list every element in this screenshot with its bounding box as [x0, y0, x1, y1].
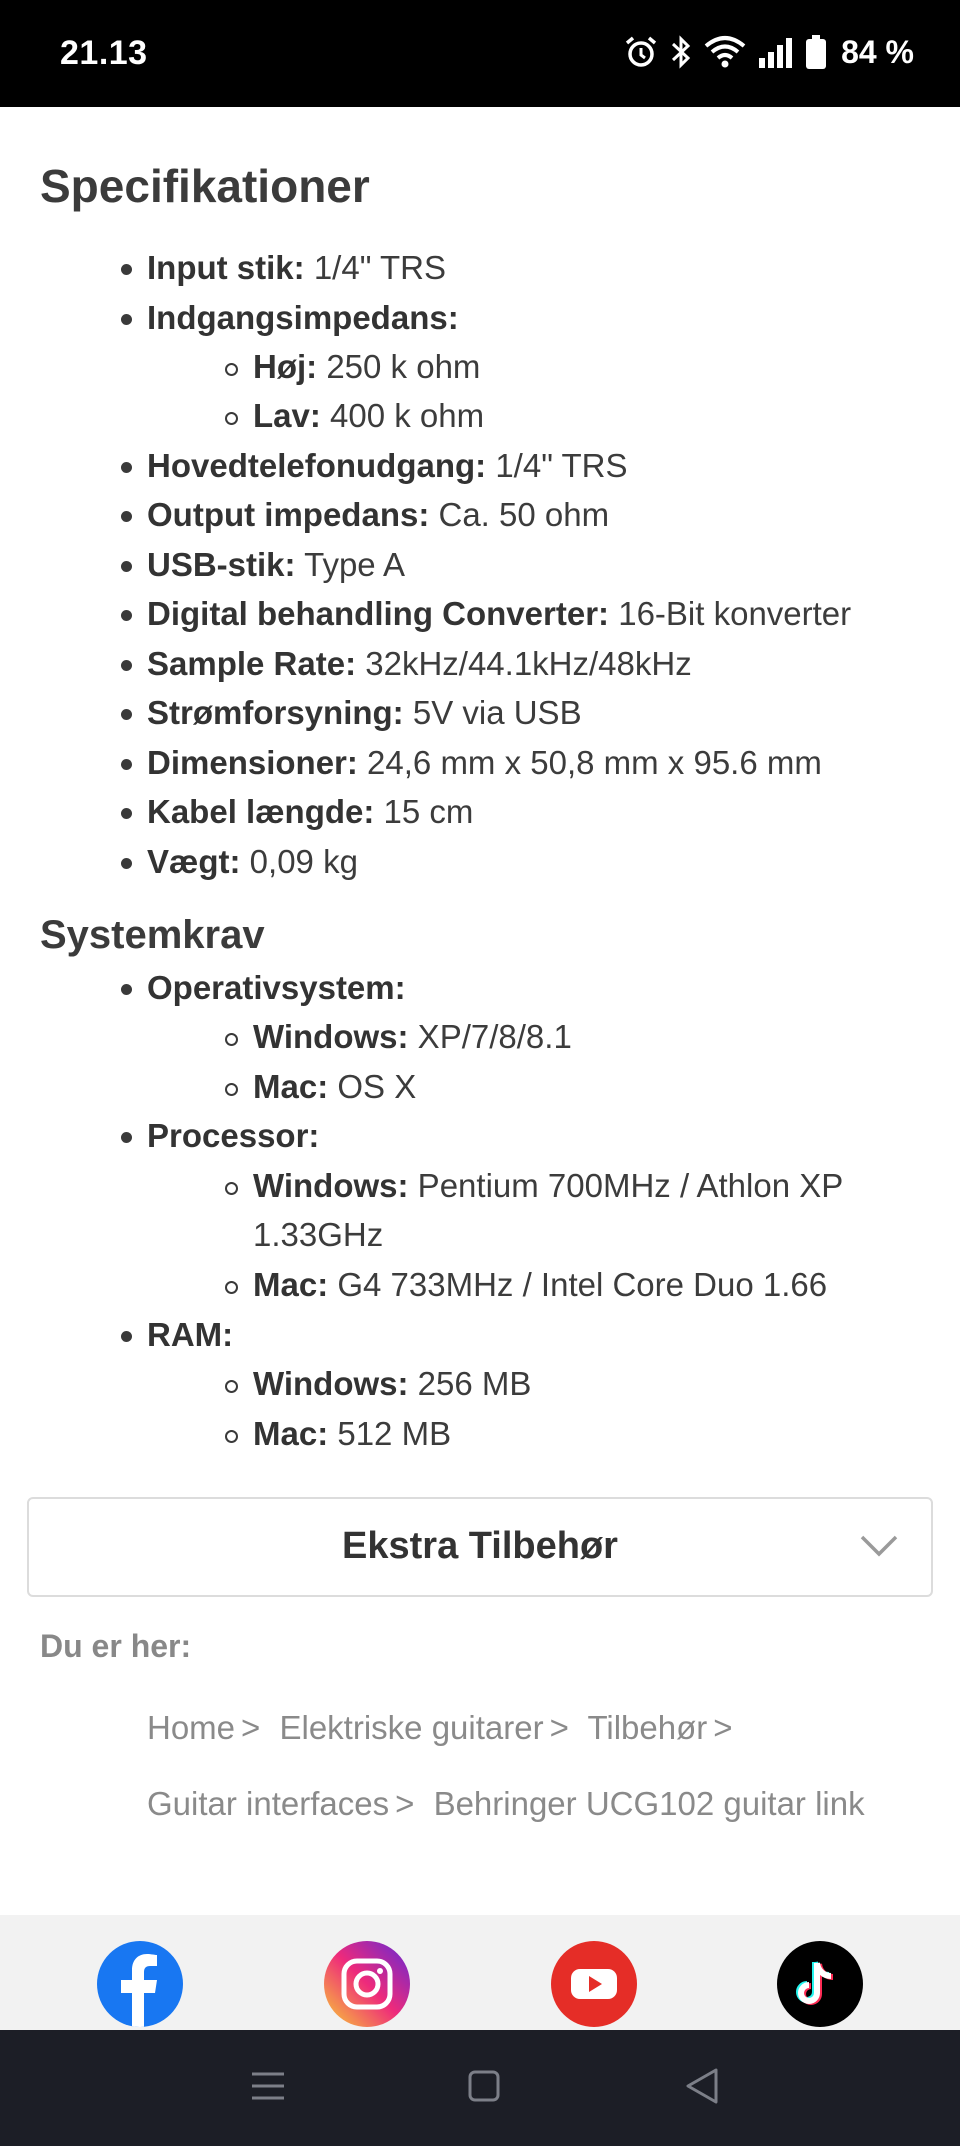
system-subrow-continued: 1.33GHz: [253, 1216, 384, 1253]
spec-row: Vægt: 0,09 kg: [147, 843, 358, 880]
system-title: Systemkrav: [40, 913, 265, 957]
spec-row: Indgangsimpedans:: [147, 299, 459, 336]
bullet: [121, 264, 132, 275]
wifi-icon: [703, 34, 747, 70]
bullet: [121, 858, 132, 869]
breadcrumb: Home > Elektriske guitarer > Tilbehør >: [147, 1709, 743, 1747]
bullet: [121, 561, 132, 572]
breadcrumb-separator: >: [549, 1709, 569, 1746]
sub-bullet: [225, 1281, 238, 1294]
sub-bullet: [225, 1182, 238, 1195]
spec-subrow: Lav: 400 k ohm: [253, 397, 485, 434]
back-icon[interactable]: [684, 2066, 720, 2111]
breadcrumb-separator: >: [241, 1709, 261, 1746]
system-row: Processor:: [147, 1117, 320, 1154]
bullet: [121, 808, 132, 819]
bullet: [121, 1132, 132, 1143]
system-row: RAM:: [147, 1316, 234, 1353]
system-subrow: Mac: G4 733MHz / Intel Core Duo 1.66: [253, 1266, 828, 1303]
spec-row: Dimensioner: 24,6 mm x 50,8 mm x 95.6 mm: [147, 744, 822, 781]
youtube-icon[interactable]: [551, 1941, 637, 2027]
alarm-icon: [623, 34, 659, 70]
signal-icon: [757, 34, 795, 70]
spec-row: Input stik: 1/4" TRS: [147, 249, 446, 286]
instagram-icon[interactable]: [324, 1941, 410, 2027]
bullet: [121, 759, 132, 770]
chevron-down-icon: [859, 1533, 899, 1564]
extra-accessories-accordion[interactable]: Ekstra Tilbehør: [27, 1497, 933, 1597]
status-time: 21.13: [60, 34, 148, 72]
spec-subrow: Høj: 250 k ohm: [253, 348, 481, 385]
breadcrumb-item[interactable]: Elektriske guitarer: [279, 1709, 543, 1746]
system-subrow: Mac: 512 MB: [253, 1415, 452, 1452]
sub-bullet: [225, 1380, 238, 1393]
tiktok-icon[interactable]: [777, 1941, 863, 2027]
bullet: [121, 314, 132, 325]
status-icons: 84 %: [623, 30, 914, 74]
home-icon[interactable]: [466, 2066, 502, 2111]
breadcrumb-item[interactable]: Behringer UCG102 guitar link: [434, 1785, 865, 1822]
accordion-label: Ekstra Tilbehør: [342, 1525, 618, 1567]
breadcrumb-separator: >: [395, 1785, 415, 1822]
sub-bullet: [225, 412, 238, 425]
bullet: [121, 462, 132, 473]
spec-row: Strømforsyning: 5V via USB: [147, 694, 582, 731]
breadcrumb-item[interactable]: Guitar interfaces: [147, 1785, 389, 1822]
social-footer: [0, 1915, 960, 2030]
system-subrow: Mac: OS X: [253, 1068, 417, 1105]
battery-percent: 84 %: [841, 33, 914, 70]
spec-row: Hovedtelefonudgang: 1/4" TRS: [147, 447, 628, 484]
facebook-icon[interactable]: [97, 1941, 183, 2027]
breadcrumb-line-2: Guitar interfaces > Behringer UCG102 guit…: [147, 1785, 865, 1823]
spec-row: Sample Rate: 32kHz/44.1kHz/48kHz: [147, 645, 692, 682]
spec-row: Output impedans: Ca. 50 ohm: [147, 496, 610, 533]
battery-icon: [805, 34, 827, 70]
bullet: [121, 984, 132, 995]
spec-row: Digital behandling Converter: 16-Bit kon…: [147, 595, 852, 632]
system-row: Operativsystem:: [147, 969, 406, 1006]
system-nav-bar: [0, 2030, 960, 2146]
sub-bullet: [225, 1033, 238, 1046]
bullet: [121, 660, 132, 671]
system-subrow: Windows: 256 MB: [253, 1365, 532, 1402]
bullet: [121, 1331, 132, 1342]
sub-bullet: [225, 1083, 238, 1096]
system-subrow: Windows: XP/7/8/8.1: [253, 1018, 572, 1055]
menu-icon[interactable]: [250, 2066, 286, 2111]
specs-title: Specifikationer: [40, 160, 370, 212]
bullet: [121, 709, 132, 720]
status-bar: 21.13 84 %: [0, 0, 960, 107]
bullet: [121, 610, 132, 621]
sub-bullet: [225, 1430, 238, 1443]
bullet: [121, 511, 132, 522]
spec-row: USB-stik: Type A: [147, 546, 406, 583]
breadcrumb-separator: >: [713, 1709, 733, 1746]
breadcrumb-item[interactable]: Tilbehør: [587, 1709, 707, 1746]
sub-bullet: [225, 363, 238, 376]
bluetooth-icon: [669, 34, 693, 70]
spec-row: Kabel længde: 15 cm: [147, 793, 474, 830]
breadcrumb-item[interactable]: Home: [147, 1709, 235, 1746]
system-subrow: Windows: Pentium 700MHz / Athlon XP: [253, 1167, 844, 1204]
breadcrumb-label: Du er her:: [40, 1628, 192, 1664]
